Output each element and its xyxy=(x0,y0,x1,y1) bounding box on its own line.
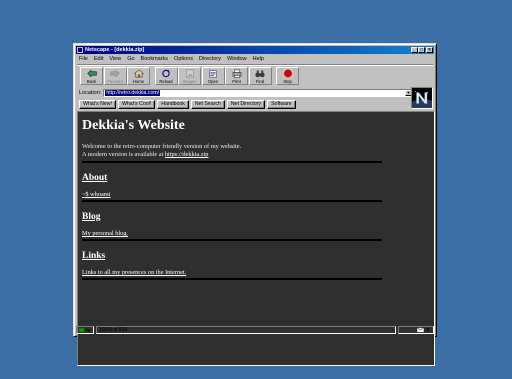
divider xyxy=(82,161,382,163)
forward-button[interactable]: Forward xyxy=(103,67,127,85)
location-label: Location: xyxy=(79,89,102,96)
forward-arrow-icon xyxy=(110,69,120,78)
window-title: Netscape - [dekkia.zip] xyxy=(85,47,145,53)
intro-paragraph: Welcome to the retro-computer friendly v… xyxy=(82,143,382,159)
directory-buttons: What's New! What's Cool! Handbook Net Se… xyxy=(77,99,413,109)
menu-edit[interactable]: Edit xyxy=(91,56,106,62)
security-cell[interactable] xyxy=(76,325,94,334)
menu-window[interactable]: Window xyxy=(224,56,250,62)
back-button[interactable]: Back xyxy=(80,67,103,85)
section-blog: Blog My personal blog. xyxy=(82,212,382,241)
location-bar: Location: http://retro.dekkia.com/ ▼ xyxy=(77,88,413,97)
divider xyxy=(82,239,382,241)
reload-label: Reload xyxy=(159,79,173,84)
netscape-n-icon xyxy=(412,88,432,108)
find-label: Find xyxy=(255,79,265,84)
status-bar: 100% of 834 ? xyxy=(76,325,434,334)
section-heading-links[interactable]: Links xyxy=(82,251,382,261)
minimize-button[interactable]: _ xyxy=(411,47,418,53)
menu-directory[interactable]: Directory xyxy=(196,56,224,62)
section-links: Links Links to all my presences on the I… xyxy=(82,251,382,280)
section-heading-blog[interactable]: Blog xyxy=(82,212,382,222)
security-key-icon xyxy=(79,327,91,332)
netscape-logo[interactable] xyxy=(411,87,433,109)
images-label: Images xyxy=(182,79,197,84)
toolbar: Back Forward Home Reload Images Open Pri… xyxy=(77,64,433,86)
back-label: Back xyxy=(86,79,97,84)
blog-link[interactable]: My personal blog. xyxy=(82,230,382,237)
menu-go[interactable]: Go xyxy=(124,56,137,62)
menu-bar: File Edit View Go Bookmarks Options Dire… xyxy=(76,55,434,63)
software-button[interactable]: Software xyxy=(267,99,296,109)
location-input[interactable]: http://retro.dekkia.com/ ▼ xyxy=(103,88,413,97)
handbook-button[interactable]: Handbook xyxy=(157,99,189,109)
binoculars-icon xyxy=(255,70,265,78)
stop-button[interactable]: Stop xyxy=(276,67,299,85)
status-text: 100% of 834 xyxy=(96,325,396,334)
netscape-window: Netscape - [dekkia.zip] _ □ × File Edit … xyxy=(73,43,437,366)
maximize-button[interactable]: □ xyxy=(418,47,425,53)
printer-icon xyxy=(232,69,241,78)
menu-file[interactable]: File xyxy=(76,56,91,62)
net-search-button[interactable]: Net Search xyxy=(190,99,225,109)
images-button[interactable]: Images xyxy=(178,67,201,85)
whats-new-button[interactable]: What's New! xyxy=(79,99,116,109)
reload-icon xyxy=(162,69,170,78)
stop-icon xyxy=(283,69,292,78)
close-button[interactable]: × xyxy=(426,47,433,53)
open-icon xyxy=(209,70,217,78)
section-about: About ~$ whoami xyxy=(82,173,382,202)
intro-line-1: Welcome to the retro-computer friendly v… xyxy=(82,143,242,150)
back-arrow-icon xyxy=(86,69,97,78)
mail-icon: ? xyxy=(417,326,430,333)
menu-view[interactable]: View xyxy=(106,56,124,62)
netscape-app-icon xyxy=(77,47,83,53)
title-bar[interactable]: Netscape - [dekkia.zip] _ □ × xyxy=(76,46,434,54)
menu-options[interactable]: Options xyxy=(171,56,196,62)
find-button[interactable]: Find xyxy=(248,67,272,85)
menu-bookmarks[interactable]: Bookmarks xyxy=(138,56,172,62)
images-icon xyxy=(185,69,194,78)
net-directory-button[interactable]: Net Directory xyxy=(226,99,266,109)
divider xyxy=(82,200,382,202)
modern-site-link[interactable]: https://dekkia.zip xyxy=(165,151,209,158)
links-link[interactable]: Links to all my presences on the Interne… xyxy=(82,269,382,276)
stop-label: Stop xyxy=(283,79,292,84)
home-button[interactable]: Home xyxy=(127,67,150,85)
section-heading-about[interactable]: About xyxy=(82,173,382,183)
svg-text:?: ? xyxy=(426,328,430,333)
open-label: Open xyxy=(207,79,219,84)
open-button[interactable]: Open xyxy=(201,67,225,85)
intro-line-2: A modern version is available at xyxy=(82,151,165,158)
print-label: Print xyxy=(232,79,241,84)
divider xyxy=(82,278,382,280)
page-title: Dekkia's Website xyxy=(82,118,185,133)
forward-label: Forward xyxy=(107,79,123,84)
reload-button[interactable]: Reload xyxy=(154,67,178,85)
mail-cell[interactable]: ? xyxy=(398,325,434,334)
home-icon xyxy=(133,69,144,78)
about-link[interactable]: ~$ whoami xyxy=(82,191,382,198)
whats-cool-button[interactable]: What's Cool! xyxy=(117,99,156,109)
menu-help[interactable]: Help xyxy=(250,56,267,62)
print-button[interactable]: Print xyxy=(225,67,248,85)
location-url[interactable]: http://retro.dekkia.com/ xyxy=(105,89,161,96)
home-label: Home xyxy=(132,79,145,84)
